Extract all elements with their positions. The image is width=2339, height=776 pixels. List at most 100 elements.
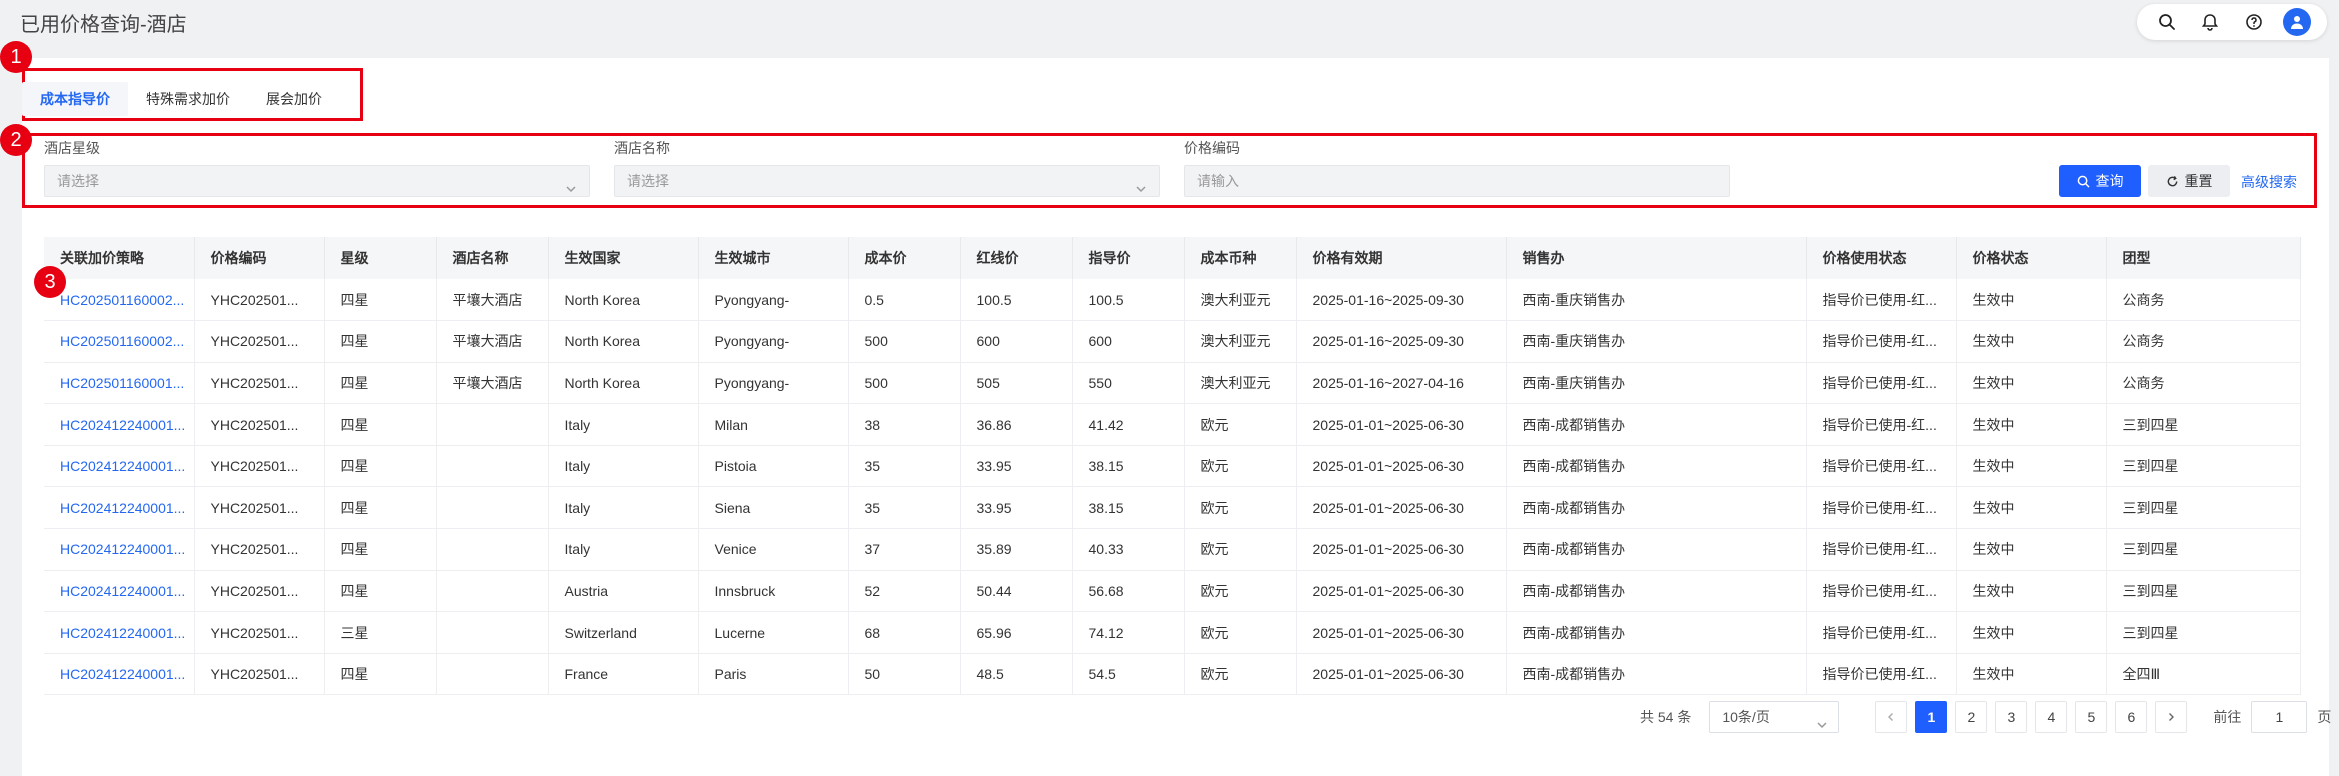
table-row[interactable]: HC202412240001... YHC202501... 四星 Italy Sien… [44,486,2301,530]
page-button[interactable]: 3 [1995,701,2028,733]
table-cell: 38 [848,403,961,446]
strategy-link[interactable]: HC202412240001... [44,528,195,571]
table-cell: Pistoia [698,445,849,488]
column-header: 生效城市 [698,237,849,279]
prev-page-button[interactable] [1875,701,1908,733]
table-cell: 指导价已使用-红... [1806,653,1957,696]
table-cell: 37 [848,528,961,571]
table-cell: 欧元 [1184,611,1297,654]
price-code-input[interactable]: 请输入 [1184,165,1730,197]
table-cell: 550 [1072,362,1185,405]
table-cell: 600 [960,320,1073,363]
table-cell: YHC202501... [194,403,325,446]
table-cell: 西南-成都销售办 [1506,445,1807,488]
table-cell: YHC202501... [194,486,325,530]
page-button[interactable]: 2 [1955,701,1988,733]
table-cell: 生效中 [1956,486,2107,530]
strategy-link[interactable]: HC202412240001... [44,403,195,446]
table-cell: 74.12 [1072,611,1185,654]
page-title: 已用价格查询-酒店 [20,14,187,36]
strategy-link[interactable]: HC202412240001... [44,445,195,488]
table-row[interactable]: HC202412240001... YHC202501... 四星 France Par… [44,653,2301,696]
hotel-star-label: 酒店星级 [44,140,100,156]
table-cell: 平壤大酒店 [436,279,549,322]
hotel-name-select[interactable]: 请选择 [614,165,1160,197]
hotel-name-placeholder: 请选择 [627,173,669,189]
table-cell: 2025-01-01~2025-06-30 [1296,486,1507,530]
reset-button[interactable]: 重置 [2148,165,2230,197]
table-cell: 西南-成都销售办 [1506,653,1807,696]
table-cell: 指导价已使用-红... [1806,279,1957,322]
table-cell: YHC202501... [194,320,325,363]
table-row[interactable]: HC202412240001... YHC202501... 四星 Italy Veni… [44,528,2301,571]
table-cell: 41.42 [1072,403,1185,446]
table-cell: 2025-01-01~2025-06-30 [1296,653,1507,696]
page-button[interactable]: 1 [1915,701,1948,733]
table-cell: Paris [698,653,849,696]
table-cell: 指导价已使用-红... [1806,528,1957,571]
search-icon [2077,175,2089,187]
table-cell: 生效中 [1956,653,2107,696]
table-cell: 35.89 [960,528,1073,571]
help-icon[interactable] [2240,8,2268,36]
table-cell: 西南-重庆销售办 [1506,279,1807,322]
price-code-placeholder: 请输入 [1197,173,1239,189]
strategy-link[interactable]: HC202501160001... [44,362,195,405]
table-cell: 西南-重庆销售办 [1506,320,1807,363]
strategy-link[interactable]: HC202412240001... [44,653,195,696]
table-row[interactable]: HC202412240001... YHC202501... 三星 Switzerla… [44,611,2301,654]
goto-page-input[interactable]: 1 [2251,701,2308,733]
table-cell: YHC202501... [194,279,325,322]
table-cell: 505 [960,362,1073,405]
table-row[interactable]: HC202501160002... YHC202501... 四星 平壤大酒店 Nort… [44,320,2301,363]
tab-cost-guide-price[interactable]: 成本指导价 [22,82,128,116]
strategy-link[interactable]: HC202501160002... [44,320,195,363]
hotel-star-select[interactable]: 请选择 [44,165,590,197]
user-avatar-icon[interactable] [2283,8,2312,36]
page-size-select[interactable]: 10条/页 [1709,701,1840,733]
table-cell: 指导价已使用-红... [1806,362,1957,405]
table-cell: Siena [698,486,849,530]
goto-label: 前往 [2213,709,2242,725]
advanced-search-link[interactable]: 高级搜索 [2241,172,2297,192]
tab-exhibition-markup[interactable]: 展会加价 [248,82,340,116]
table-cell: 西南-重庆销售办 [1506,362,1807,405]
table-cell: 生效中 [1956,528,2107,571]
chevron-down-icon [1816,711,1828,741]
table-cell: 四星 [324,403,437,446]
table-cell: 68 [848,611,961,654]
next-page-button[interactable] [2155,701,2188,733]
table-cell: 三到四星 [2106,528,2301,571]
table-cell: Austria [548,570,699,613]
strategy-link[interactable]: HC202412240001... [44,486,195,530]
tab-special-demand-markup[interactable]: 特殊需求加价 [128,82,248,116]
strategy-link[interactable]: HC202501160002... [44,279,195,322]
table-cell: 欧元 [1184,403,1297,446]
table-cell: 三到四星 [2106,570,2301,613]
table-cell: North Korea [548,279,699,322]
page-button[interactable]: 4 [2035,701,2068,733]
table-row[interactable]: HC202412240001... YHC202501... 四星 Italy Mila… [44,403,2301,446]
table-cell [436,528,549,571]
strategy-link[interactable]: HC202412240001... [44,611,195,654]
table-cell: 四星 [324,445,437,488]
table-cell [436,570,549,613]
table-cell: Italy [548,445,699,488]
page-button[interactable]: 5 [2075,701,2108,733]
page-button[interactable]: 6 [2115,701,2148,733]
table-cell: 四星 [324,362,437,405]
table-row[interactable]: HC202501160002... YHC202501... 四星 平壤大酒店 Nort… [44,279,2301,322]
table-cell: 56.68 [1072,570,1185,613]
table-cell: 2025-01-01~2025-06-30 [1296,570,1507,613]
table-cell: 2025-01-16~2025-09-30 [1296,320,1507,363]
query-button-label: 查询 [2095,173,2124,189]
table-cell: 公商务 [2106,320,2301,363]
table-row[interactable]: HC202412240001... YHC202501... 四星 Austria In… [44,570,2301,613]
search-icon[interactable] [2153,8,2181,36]
table-row[interactable]: HC202501160001... YHC202501... 四星 平壤大酒店 Nort… [44,362,2301,405]
strategy-link[interactable]: HC202412240001... [44,570,195,613]
column-header: 价格使用状态 [1806,237,1957,279]
bell-icon[interactable] [2196,8,2224,36]
query-button[interactable]: 查询 [2059,165,2141,197]
table-row[interactable]: HC202412240001... YHC202501... 四星 Italy Pist… [44,445,2301,488]
